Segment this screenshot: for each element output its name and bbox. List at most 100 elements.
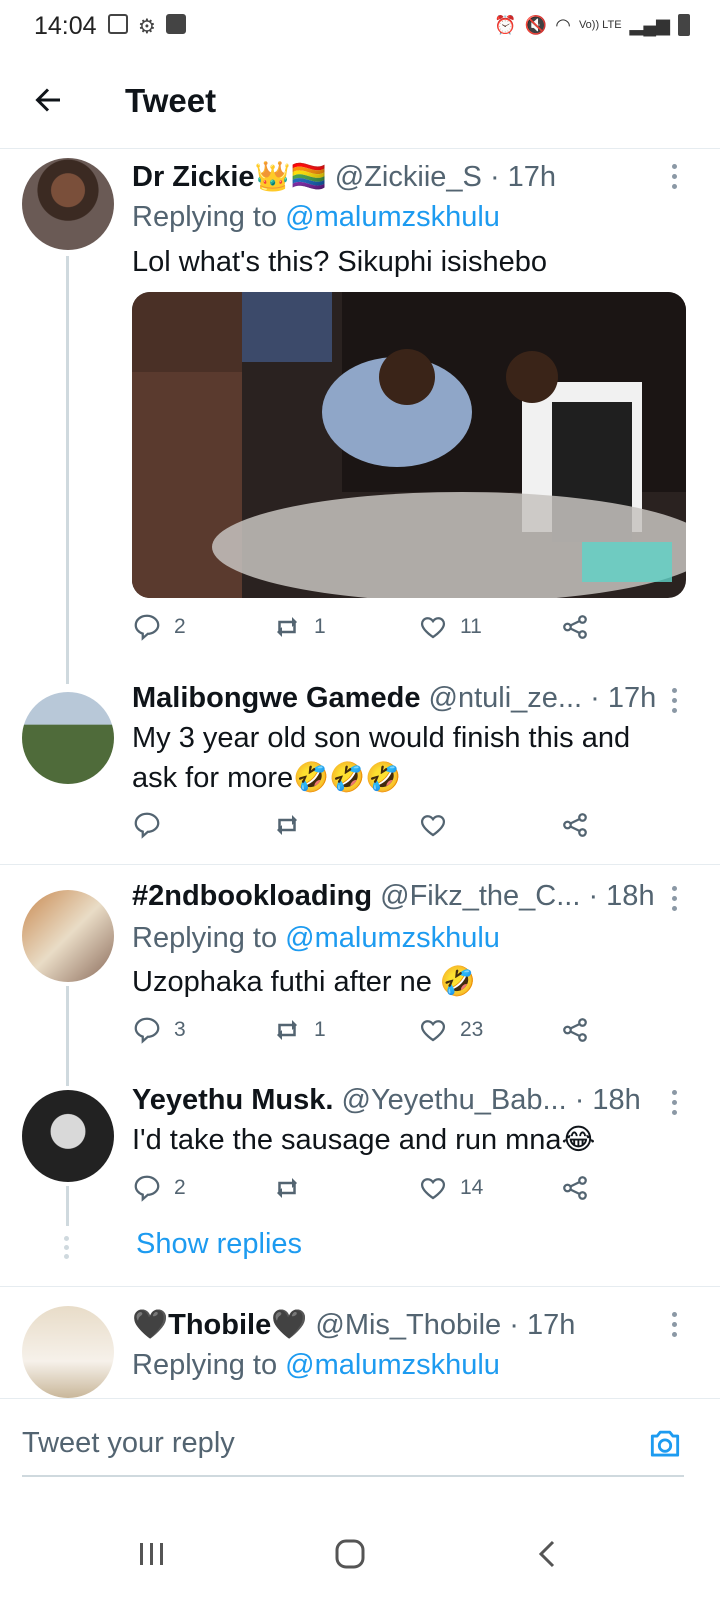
like-icon [420,1178,446,1200]
share-button[interactable] [560,810,590,840]
thread-dots [64,1236,69,1263]
tweet-image[interactable] [132,292,686,598]
like-button[interactable] [418,810,460,840]
like-icon [420,1020,446,1042]
reply-button[interactable]: 3 [132,1015,186,1045]
reply-count: 3 [174,1018,186,1041]
more-icon[interactable] [672,164,678,194]
replying-to: Replying to @malumzskhulu [132,201,500,233]
settings-icon: ⚙ [138,16,156,38]
recent-apps-icon[interactable] [132,1534,172,1574]
thread-line [66,1186,69,1226]
alarm-icon: ⏰ [494,14,517,35]
share-button[interactable] [560,612,590,642]
tweet-text: My 3 year old son would finish this and … [132,722,631,794]
share-icon [563,615,587,639]
tweet-text: Uzophaka futhi after ne 🤣 [132,966,477,998]
input-underline [22,1475,684,1477]
back-icon[interactable] [528,1534,568,1574]
checkbox-icon [165,14,186,34]
like-button[interactable]: 14 [418,1173,483,1203]
reply-icon [134,1017,160,1044]
page-title: Tweet [125,82,217,119]
reply-icon [134,812,160,839]
replying-to: Replying to @malumzskhulu [132,1349,500,1381]
author-handle[interactable]: @ntuli_ze... [429,682,583,714]
retweet-icon [277,617,297,637]
reply-composer: Tweet your reply [0,1398,720,1509]
retweet-icon [277,1178,297,1198]
author-name[interactable]: Malibongwe Gamede [132,682,420,714]
author-handle[interactable]: @Yeyethu_Bab... [342,1084,567,1116]
author-name[interactable]: #2ndbookloading [132,880,372,912]
author-handle[interactable]: @Mis_Thobile [315,1309,501,1341]
tweet-time: · 18h [574,1084,641,1116]
replying-to-handle[interactable]: @malumzskhulu [285,201,500,233]
status-time: 14:04 [34,12,97,40]
tweet-actions: 3 1 23 [132,1015,612,1055]
replying-to-handle[interactable]: @malumzskhulu [285,922,500,954]
reply-button[interactable] [132,810,174,840]
more-icon[interactable] [672,1090,678,1120]
avatar[interactable] [22,158,114,250]
tweet-time: · 17h [489,161,557,193]
like-count: 14 [460,1176,484,1199]
more-icon[interactable] [672,1312,678,1342]
retweet-icon [277,1020,297,1040]
retweet-button[interactable] [272,810,314,840]
retweet-count: 1 [314,615,326,638]
tweet-time: · 17h [509,1309,576,1341]
home-icon[interactable] [330,1534,370,1574]
author-handle[interactable]: @Fikz_the_C... [380,880,580,912]
like-button[interactable]: 11 [418,612,482,642]
share-icon [563,813,587,837]
more-icon[interactable] [672,886,678,916]
reply-button[interactable]: 2 [132,1173,186,1203]
avatar[interactable] [22,692,114,784]
mute-icon: 🔇 [524,14,548,35]
divider [0,1286,720,1287]
author-name[interactable]: Dr Zickie👑🏳️‍🌈 [132,161,327,193]
like-count: 11 [460,615,482,638]
reply-input[interactable]: Tweet your reply [22,1427,235,1460]
share-button[interactable] [560,1015,590,1045]
reply-button[interactable]: 2 [132,612,186,642]
avatar[interactable] [22,890,114,982]
status-bar: 14:04 ⚙ ⏰ 🔇 ◠ Vo)) LTE ▂▄▆ [0,0,720,52]
author-name[interactable]: 🖤Thobile🖤 [132,1309,307,1341]
thread-line [66,256,69,684]
replying-to: Replying to @malumzskhulu [132,922,500,954]
retweet-button[interactable] [272,1173,314,1203]
retweet-icon [277,815,297,835]
avatar[interactable] [22,1306,114,1398]
author-handle[interactable]: @Zickiie_S [335,161,482,193]
camera-icon[interactable] [646,1425,684,1463]
retweet-button[interactable]: 1 [272,1015,326,1045]
back-arrow-icon[interactable] [30,82,66,118]
reply-count: 2 [174,1176,186,1199]
avatar[interactable] [22,1090,114,1182]
like-count: 23 [460,1018,484,1041]
retweet-button[interactable]: 1 [272,612,326,642]
tweet-text: I'd take the sausage and run mna😂 [132,1124,596,1156]
share-button[interactable] [560,1173,590,1203]
reply-icon [134,1175,160,1202]
tweet-time: · 17h [590,682,657,714]
signal-icon: ▂▄▆ [629,14,670,35]
network-label: Vo)) LTE [578,19,622,31]
author-name[interactable]: Yeyethu Musk. [132,1084,333,1116]
tweet-text: Lol what's this? Sikuphi isishebo [132,246,547,278]
tweet-time: · 18h [588,880,655,912]
like-button[interactable]: 23 [418,1015,483,1045]
tweet-actions: 2 14 [132,1173,612,1213]
tweet-actions: 2 1 11 [132,612,612,652]
replying-to-handle[interactable]: @malumzskhulu [285,1349,500,1381]
reply-icon [134,614,160,641]
share-icon [563,1018,587,1042]
divider [0,864,720,865]
show-replies-link[interactable]: Show replies [136,1228,302,1261]
tweet-actions [132,810,612,850]
system-nav-bar [0,1508,720,1600]
more-icon[interactable] [672,688,678,718]
like-icon [420,617,446,639]
